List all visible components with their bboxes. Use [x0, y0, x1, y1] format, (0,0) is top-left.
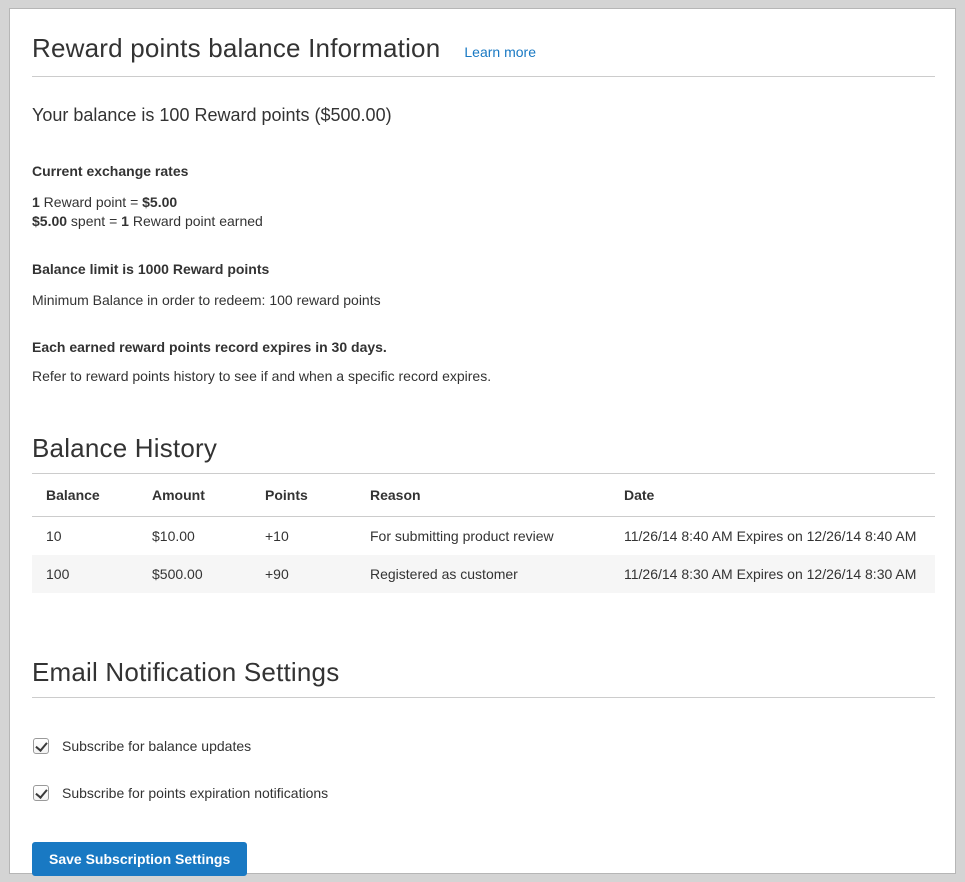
email-notification-heading: Email Notification Settings — [32, 657, 935, 688]
reward-points-panel: Reward points balance Information Learn … — [9, 8, 956, 874]
exchange-rates-heading: Current exchange rates — [32, 163, 935, 179]
cell-reason: Registered as customer — [356, 555, 610, 593]
cell-points: +90 — [251, 555, 356, 593]
header-divider — [32, 76, 935, 77]
save-subscription-settings-button[interactable]: Save Subscription Settings — [32, 842, 247, 876]
cell-reason: For submitting product review — [356, 517, 610, 556]
exchange-rate-text: Reward point = — [40, 194, 142, 210]
table-header-row: Balance Amount Points Reason Date — [32, 474, 935, 517]
exchange-rate-line-1: 1 Reward point = $5.00 — [32, 193, 935, 212]
exchange-rate-value: $5.00 — [32, 213, 67, 229]
cell-date: 11/26/14 8:30 AM Expires on 12/26/14 8:3… — [610, 555, 935, 593]
expiry-rule-text: Each earned reward points record expires… — [32, 339, 935, 355]
expiry-note-text: Refer to reward points history to see if… — [32, 368, 935, 384]
cell-balance: 10 — [32, 517, 138, 556]
expiration-notifications-label: Subscribe for points expiration notifica… — [62, 785, 328, 801]
exchange-rate-value: 1 — [121, 213, 129, 229]
cell-points: +10 — [251, 517, 356, 556]
page-header: Reward points balance Information Learn … — [32, 33, 935, 64]
balance-history-heading: Balance History — [32, 433, 935, 464]
column-header-balance: Balance — [32, 474, 138, 517]
exchange-rate-line-2: $5.00 spent = 1 Reward point earned — [32, 212, 935, 231]
page-title: Reward points balance Information — [32, 33, 440, 64]
balance-updates-label: Subscribe for balance updates — [62, 738, 251, 754]
cell-date: 11/26/14 8:40 AM Expires on 12/26/14 8:4… — [610, 517, 935, 556]
email-notification-divider — [32, 697, 935, 698]
balance-limit-text: Balance limit is 1000 Reward points — [32, 261, 935, 277]
exchange-rate-value: $5.00 — [142, 194, 177, 210]
column-header-date: Date — [610, 474, 935, 517]
balance-history-table: Balance Amount Points Reason Date 10 $10… — [32, 474, 935, 593]
email-notification-section: Email Notification Settings Subscribe fo… — [32, 657, 935, 876]
table-row: 100 $500.00 +90 Registered as customer 1… — [32, 555, 935, 593]
exchange-rate-text: Reward point earned — [129, 213, 263, 229]
cell-balance: 100 — [32, 555, 138, 593]
balance-summary: Your balance is 100 Reward points ($500.… — [32, 105, 935, 126]
minimum-balance-text: Minimum Balance in order to redeem: 100 … — [32, 292, 935, 308]
expiration-notifications-checkbox[interactable] — [33, 785, 49, 801]
learn-more-link[interactable]: Learn more — [464, 44, 536, 60]
column-header-amount: Amount — [138, 474, 251, 517]
exchange-rates-lines: 1 Reward point = $5.00 $5.00 spent = 1 R… — [32, 193, 935, 231]
balance-updates-option: Subscribe for balance updates — [32, 738, 935, 754]
column-header-reason: Reason — [356, 474, 610, 517]
balance-updates-checkbox[interactable] — [33, 738, 49, 754]
exchange-rate-value: 1 — [32, 194, 40, 210]
expiration-notifications-option: Subscribe for points expiration notifica… — [32, 785, 935, 801]
column-header-points: Points — [251, 474, 356, 517]
exchange-rate-text: spent = — [67, 213, 121, 229]
cell-amount: $500.00 — [138, 555, 251, 593]
table-row: 10 $10.00 +10 For submitting product rev… — [32, 517, 935, 556]
cell-amount: $10.00 — [138, 517, 251, 556]
balance-history-section: Balance History Balance Amount Points Re… — [32, 433, 935, 593]
